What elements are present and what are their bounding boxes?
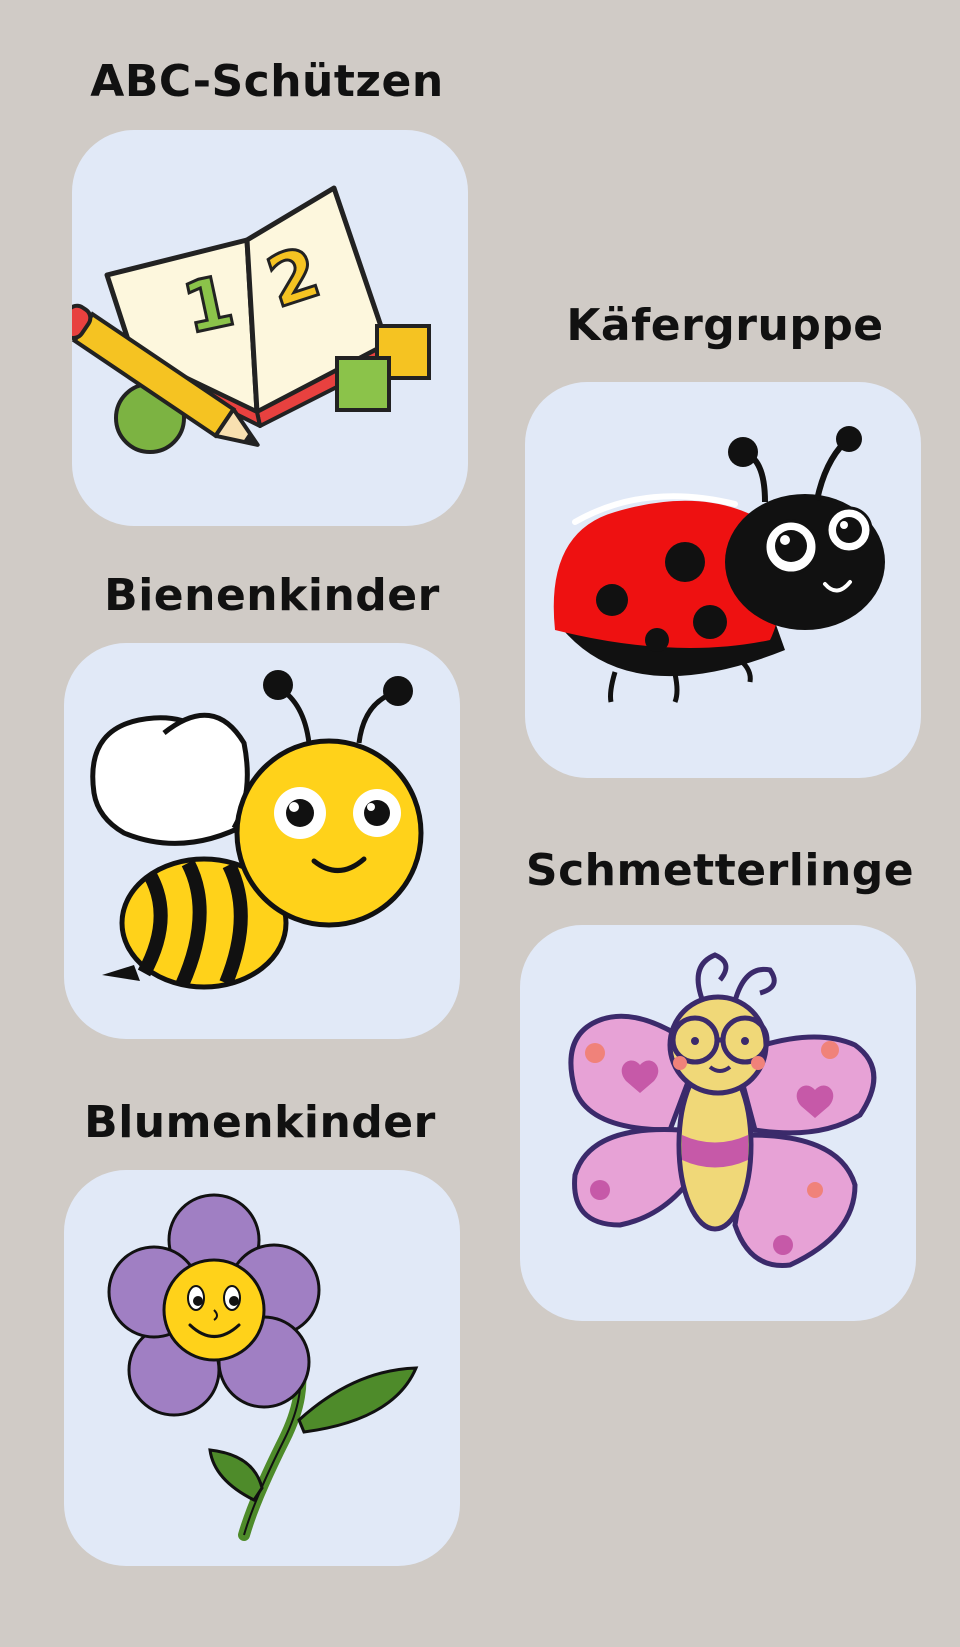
group-title-abc-schuetzen: ABC-Schützen xyxy=(90,56,444,107)
bee-icon xyxy=(90,670,424,990)
group-title-blumenkinder: Blumenkinder xyxy=(84,1097,436,1148)
ladybug-icon xyxy=(553,426,885,703)
group-tile-bienenkinder[interactable] xyxy=(64,643,460,1039)
group-title-schmetterlinge: Schmetterlinge xyxy=(525,845,915,896)
group-title-bienenkinder: Bienenkinder xyxy=(104,570,440,621)
butterfly-icon xyxy=(568,952,877,1268)
group-tile-abc-schuetzen[interactable]: 1 2 xyxy=(72,130,468,526)
flower-icon xyxy=(107,1193,419,1541)
book-numbers-icon: 1 2 xyxy=(72,185,431,454)
group-title-kaefergruppe: Käfergruppe xyxy=(566,300,884,351)
group-tile-schmetterlinge[interactable] xyxy=(520,925,916,1321)
group-tile-blumenkinder[interactable] xyxy=(64,1170,460,1566)
group-tile-kaefergruppe[interactable] xyxy=(525,382,921,778)
